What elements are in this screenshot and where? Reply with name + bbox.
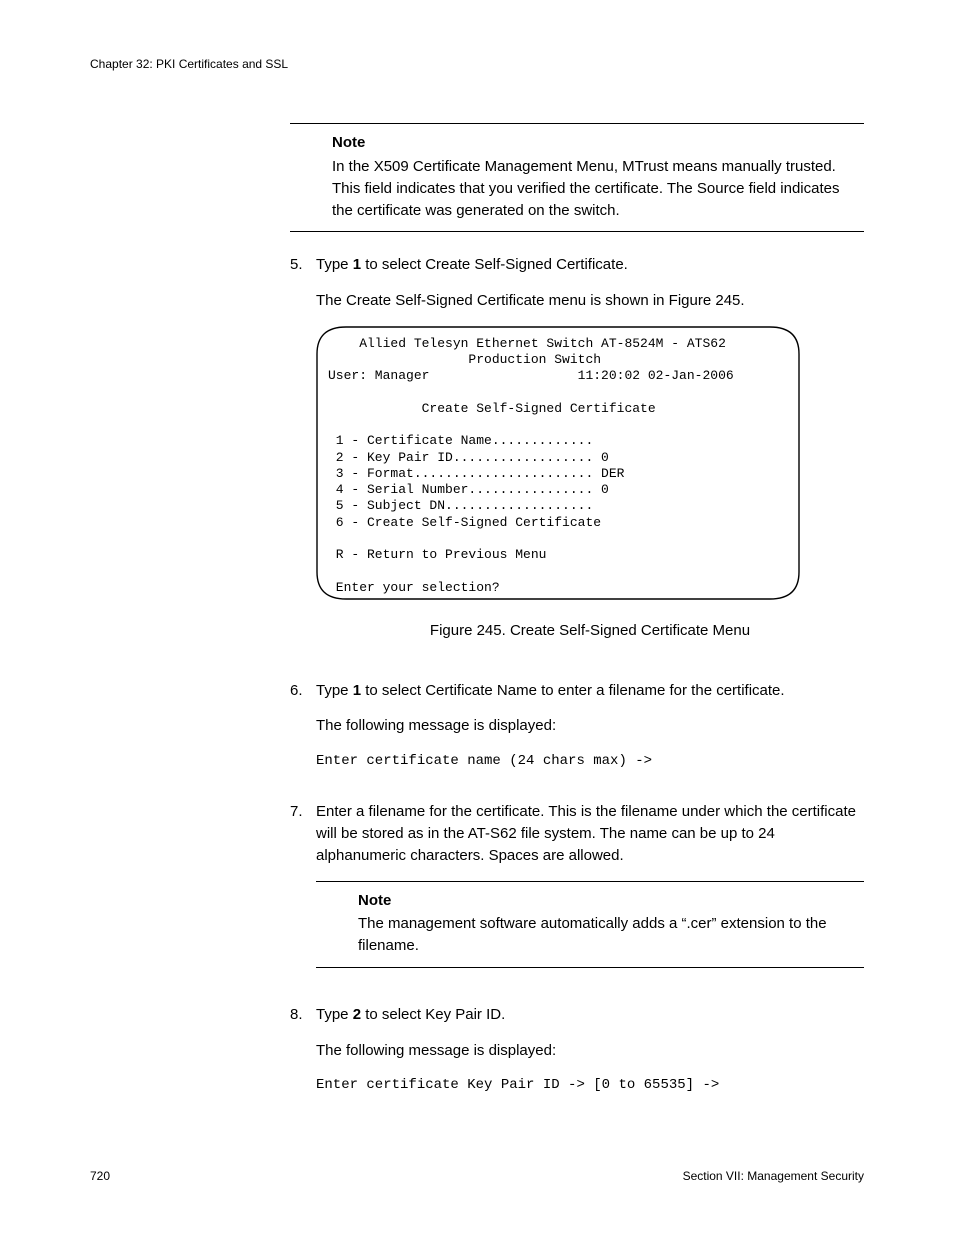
step-text: Type 1 to select Create Self-Signed Cert… — [316, 254, 864, 276]
step-number: 5. — [290, 254, 316, 665]
page-number: 720 — [90, 1168, 110, 1185]
step-text: Type 2 to select Key Pair ID. — [316, 1004, 864, 1026]
step-5: 5. Type 1 to select Create Self-Signed C… — [290, 254, 864, 665]
step-8: 8. Type 2 to select Key Pair ID. The fol… — [290, 1004, 864, 1112]
step-7: 7. Enter a filename for the certificate.… — [290, 801, 864, 990]
page-footer: 720 Section VII: Management Security — [90, 1168, 864, 1185]
step-number: 7. — [290, 801, 316, 990]
step-number: 6. — [290, 680, 316, 788]
step-text: The following message is displayed: — [316, 715, 864, 737]
step-number: 8. — [290, 1004, 316, 1112]
step-6: 6. Type 1 to select Certificate Name to … — [290, 680, 864, 788]
section-label: Section VII: Management Security — [683, 1168, 864, 1185]
terminal-content: Allied Telesyn Ethernet Switch AT-8524M … — [316, 326, 800, 608]
note-body: The management software automatically ad… — [358, 913, 864, 957]
note-title: Note — [358, 890, 864, 912]
figure-caption: Figure 245. Create Self-Signed Certifica… — [316, 620, 864, 642]
step-text: The following message is displayed: — [316, 1040, 864, 1062]
note-block-2: Note The management software automatical… — [316, 881, 864, 968]
step-text: The Create Self-Signed Certificate menu … — [316, 290, 864, 312]
note-body: In the X509 Certificate Management Menu,… — [332, 156, 864, 221]
step-text: Type 1 to select Certificate Name to ent… — [316, 680, 864, 702]
chapter-header: Chapter 32: PKI Certificates and SSL — [90, 56, 864, 73]
terminal-box: Allied Telesyn Ethernet Switch AT-8524M … — [316, 326, 800, 600]
step-text: Enter a filename for the certificate. Th… — [316, 801, 864, 866]
prompt-text: Enter certificate name (24 chars max) -> — [316, 751, 864, 771]
prompt-text: Enter certificate Key Pair ID -> [0 to 6… — [316, 1075, 864, 1095]
note-title: Note — [332, 132, 864, 154]
note-block-1: Note In the X509 Certificate Management … — [290, 123, 864, 232]
